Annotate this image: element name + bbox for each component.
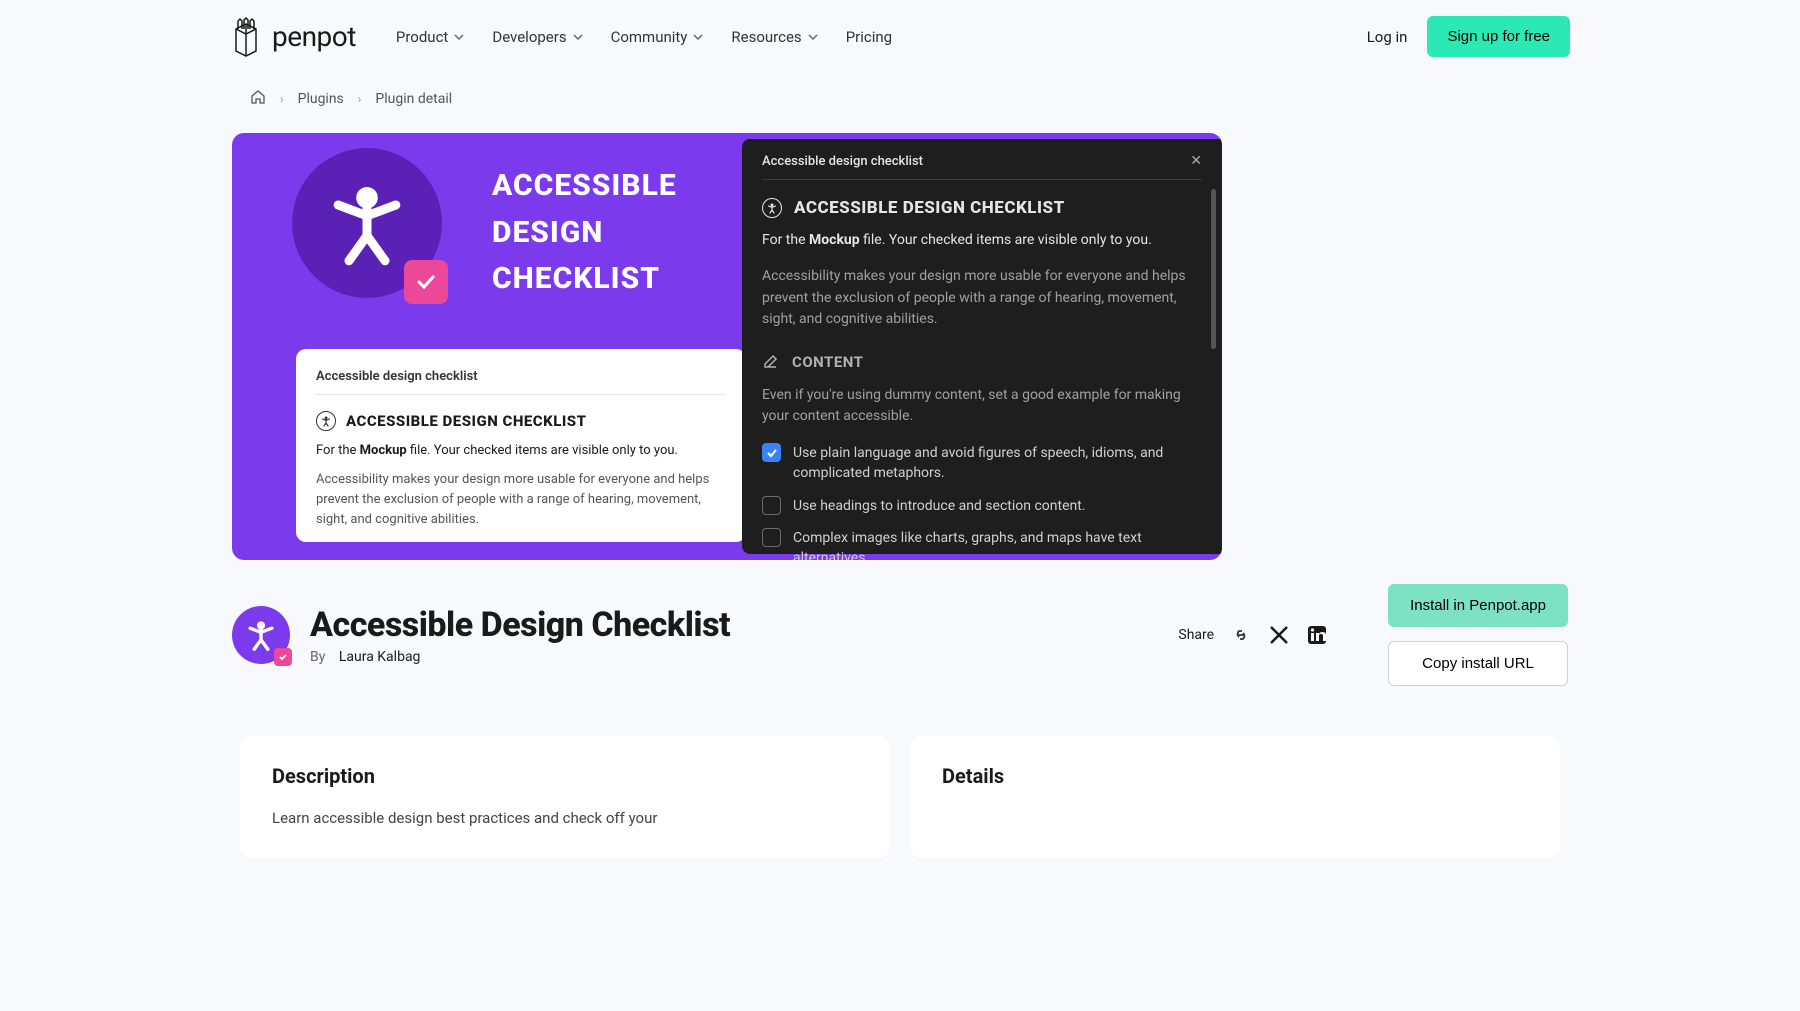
check-badge-icon	[274, 648, 292, 666]
nav-product-label: Product	[396, 28, 448, 46]
nav-pricing-label: Pricing	[846, 28, 892, 46]
action-buttons: Install in Penpot.app Copy install URL	[1388, 584, 1568, 686]
breadcrumb-current: Plugin detail	[375, 91, 452, 107]
share-link-icon[interactable]	[1230, 624, 1252, 646]
description-title: Description	[272, 764, 858, 788]
share-x-icon[interactable]	[1268, 624, 1290, 646]
brand-name: penpot	[272, 20, 356, 53]
dark-head: ACCESSIBLE DESIGN CHECKLIST	[762, 198, 1202, 218]
checkbox[interactable]	[762, 443, 781, 462]
main-header: penpot Product Developers Community Reso…	[0, 0, 1800, 73]
checkbox[interactable]	[762, 496, 781, 515]
light-card-head-text: ACCESSIBLE DESIGN CHECKLIST	[346, 412, 586, 430]
plugin-title-block: Accessible Design Checklist By Laura Kal…	[310, 605, 730, 665]
description-body: Learn accessible design best practices a…	[272, 806, 858, 830]
sub-bold: Mockup	[809, 232, 860, 248]
nav-pricing[interactable]: Pricing	[846, 28, 892, 46]
nav-product[interactable]: Product	[396, 28, 464, 46]
check-label: Complex images like charts, graphs, and …	[793, 528, 1202, 560]
share-block: Share	[1178, 624, 1328, 646]
chevron-down-icon	[693, 32, 703, 42]
check-item-0: Use plain language and avoid figures of …	[762, 443, 1202, 484]
nav-resources-label: Resources	[731, 28, 801, 46]
chevron-down-icon	[454, 32, 464, 42]
check-badge-icon	[404, 260, 448, 304]
breadcrumb: › Plugins › Plugin detail	[0, 73, 1800, 133]
hero-light-card: Accessible design checklist ACCESSIBLE D…	[296, 349, 746, 542]
details-title: Details	[942, 764, 1528, 788]
person-icon	[244, 618, 278, 652]
hero-icon-wrap	[292, 148, 442, 298]
content-row: Description Learn accessible design best…	[240, 736, 1560, 858]
dark-tab-label: Accessible design checklist	[762, 154, 923, 169]
check-item-2: Complex images like charts, graphs, and …	[762, 528, 1202, 560]
header-actions: Log in Sign up for free	[1367, 16, 1570, 57]
sub-prefix: For the	[316, 443, 360, 458]
dark-section-desc: Even if you're using dummy content, set …	[762, 385, 1202, 427]
nav-resources[interactable]: Resources	[731, 28, 817, 46]
chevron-right-icon: ›	[280, 92, 284, 106]
signup-button[interactable]: Sign up for free	[1427, 16, 1570, 57]
hero-dark-card: Accessible design checklist ✕ ACCESSIBLE…	[742, 139, 1222, 554]
checkmark-icon	[414, 270, 438, 294]
accessibility-icon	[292, 148, 442, 298]
chevron-down-icon	[573, 32, 583, 42]
scrollbar[interactable]	[1211, 189, 1216, 349]
dark-section-label: CONTENT	[792, 353, 863, 371]
breadcrumb-plugins[interactable]: Plugins	[298, 91, 344, 107]
install-button[interactable]: Install in Penpot.app	[1388, 584, 1568, 627]
hero-image: ACCESSIBLE DESIGN CHECKLIST Accessible d…	[232, 133, 1222, 560]
plugin-icon	[232, 606, 290, 664]
details-panel: Details	[910, 736, 1560, 858]
accessibility-mini-icon	[316, 411, 336, 431]
main-nav: Product Developers Community Resources P…	[396, 28, 892, 46]
by-label: By	[310, 649, 325, 665]
light-card-head: ACCESSIBLE DESIGN CHECKLIST	[316, 411, 726, 431]
plugin-title: Accessible Design Checklist	[310, 605, 730, 645]
home-icon	[250, 89, 266, 105]
checkbox[interactable]	[762, 528, 781, 547]
checkmark-icon	[278, 652, 288, 662]
accessibility-mini-icon	[762, 198, 782, 218]
dark-tab: Accessible design checklist ✕	[762, 153, 1202, 180]
plugin-author: By Laura Kalbag	[310, 649, 730, 665]
breadcrumb-home[interactable]	[250, 89, 266, 109]
close-icon[interactable]: ✕	[1190, 153, 1202, 169]
light-card-desc: Accessibility makes your design more usa…	[316, 470, 726, 530]
checkmark-icon	[766, 447, 778, 459]
description-panel: Description Learn accessible design best…	[240, 736, 890, 858]
dark-section-head: CONTENT	[762, 353, 1202, 371]
sub-suffix: file. Your checked items are visible onl…	[407, 443, 678, 458]
copy-url-button[interactable]: Copy install URL	[1388, 641, 1568, 686]
hero-title: ACCESSIBLE DESIGN CHECKLIST	[492, 163, 742, 303]
edit-icon	[762, 353, 780, 371]
login-link[interactable]: Log in	[1367, 28, 1408, 46]
chevron-down-icon	[808, 32, 818, 42]
plugin-header: Accessible Design Checklist By Laura Kal…	[232, 584, 1568, 686]
dark-desc: Accessibility makes your design more usa…	[762, 266, 1202, 331]
chevron-right-icon: ›	[358, 92, 362, 106]
light-card-sub: For the Mockup file. Your checked items …	[316, 443, 726, 458]
sub-prefix: For the	[762, 232, 809, 248]
sub-suffix: file. Your checked items are visible onl…	[860, 232, 1152, 248]
check-item-1: Use headings to introduce and section co…	[762, 496, 1202, 516]
person-icon	[322, 178, 412, 268]
nav-developers-label: Developers	[492, 28, 566, 46]
brand-logo[interactable]: penpot	[230, 17, 356, 57]
share-linkedin-icon[interactable]	[1306, 624, 1328, 646]
light-card-tab: Accessible design checklist	[316, 369, 726, 395]
dark-head-text: ACCESSIBLE DESIGN CHECKLIST	[794, 198, 1065, 218]
nav-community[interactable]: Community	[611, 28, 704, 46]
check-label: Use headings to introduce and section co…	[793, 496, 1086, 516]
check-label: Use plain language and avoid figures of …	[793, 443, 1202, 484]
share-label: Share	[1178, 627, 1214, 643]
dark-sub: For the Mockup file. Your checked items …	[762, 232, 1202, 248]
penpot-icon	[230, 17, 262, 57]
nav-community-label: Community	[611, 28, 688, 46]
author-name: Laura Kalbag	[339, 649, 421, 665]
nav-developers[interactable]: Developers	[492, 28, 582, 46]
sub-bold: Mockup	[360, 443, 407, 458]
